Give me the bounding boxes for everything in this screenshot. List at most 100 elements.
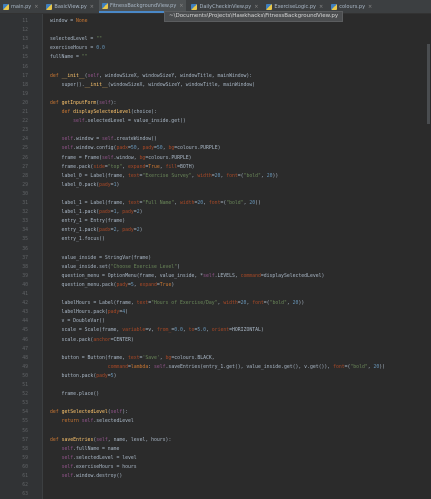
close-tab-icon[interactable]: ×: [179, 3, 183, 9]
code-line[interactable]: 13 selectedLevel = "": [0, 35, 431, 44]
code-line[interactable]: 36: [0, 245, 431, 254]
code-text: self.window.config(padx=50, pady=50, bg=…: [61, 146, 221, 152]
code-line[interactable]: 19: [0, 90, 431, 99]
python-file-icon: [191, 3, 198, 10]
line-number: 57: [22, 437, 28, 443]
code-line[interactable]: 60 self.exerciseHours = hours: [0, 463, 431, 472]
code-line[interactable]: 59 self.selectedLevel = level: [0, 454, 431, 463]
code-text: frame.place(): [50, 392, 100, 398]
line-number: 35: [22, 237, 28, 243]
code-line[interactable]: 25 self.window.config(padx=50, pady=50, …: [0, 144, 431, 153]
code-line[interactable]: 57 def saveEntries(self, name, level, hou…: [0, 436, 431, 445]
code-line[interactable]: 43 labelHours.pack(pady=4): [0, 308, 431, 317]
line-number: 40: [22, 282, 28, 288]
code-line[interactable]: 26 frame = Frame(self.window, bg=colours…: [0, 154, 431, 163]
line-number: 15: [22, 55, 28, 61]
code-line[interactable]: 22 self.selectedLevel = value_inside.get…: [0, 117, 431, 126]
line-number: 39: [22, 273, 28, 279]
code-line[interactable]: 17 def __init__(self, windowSizeX, window…: [0, 72, 431, 81]
line-number: 36: [22, 246, 28, 252]
line-number: 59: [22, 455, 28, 461]
code-line[interactable]: 56: [0, 427, 431, 436]
code-line[interactable]: 27 frame.pack(side="top", expand=True, f…: [0, 163, 431, 172]
line-number: 38: [22, 264, 28, 270]
tab-main-py[interactable]: main.py ×: [0, 0, 41, 13]
code-line[interactable]: 53: [0, 399, 431, 408]
code-line[interactable]: 44 v = DoubleVar(): [0, 317, 431, 326]
code-text: button = Button(frame, text='Save', bg=c…: [50, 355, 215, 361]
code-line[interactable]: 18 super().__init__(windowSizeX, windowS…: [0, 81, 431, 90]
code-line[interactable]: 21 def displaySelectedLevel(choice):: [0, 108, 431, 117]
close-tab-icon[interactable]: ×: [368, 4, 372, 10]
line-number: 14: [22, 46, 28, 52]
close-tab-icon[interactable]: ×: [34, 4, 38, 10]
code-line[interactable]: 40 question_menu.pack(pady=5, expand=Tru…: [0, 281, 431, 290]
code-text: question_menu = OptionMenu(frame, value_…: [50, 273, 325, 279]
code-line[interactable]: 50 button.pack(pady=5): [0, 372, 431, 381]
vertical-scrollbar[interactable]: [426, 14, 431, 499]
close-tab-icon[interactable]: ×: [319, 4, 323, 10]
code-line[interactable]: 41: [0, 290, 431, 299]
code-text: scale.pack(anchor=CENTER): [50, 337, 134, 343]
code-editor[interactable]: 11 window = None 12 13 selectedLevel = "" 14 e…: [0, 14, 431, 499]
code-line[interactable]: 46 scale.pack(anchor=CENTER): [0, 336, 431, 345]
code-line[interactable]: 12: [0, 26, 431, 35]
code-line[interactable]: 58 self.fullName = name: [0, 445, 431, 454]
code-text: def getSelectedLevel(self):: [50, 410, 129, 416]
code-line[interactable]: 16: [0, 63, 431, 72]
code-text: def saveEntries(self, name, level, hours…: [50, 437, 172, 443]
code-text: labelHours.pack(pady=4): [50, 310, 128, 316]
code-text: fullName = "": [50, 55, 88, 61]
code-line[interactable]: 54 def getSelectedLevel(self):: [0, 408, 431, 417]
tab-basicview-py[interactable]: BasicView.py ×: [43, 0, 97, 13]
scrollbar-thumb[interactable]: [427, 44, 430, 124]
code-line[interactable]: 63: [0, 490, 431, 499]
code-line[interactable]: 48 button = Button(frame, text='Save', b…: [0, 354, 431, 363]
tab-label: FitnessBackgroundView.py: [110, 2, 177, 9]
line-number: 33: [22, 219, 28, 225]
line-number: 42: [22, 301, 28, 307]
code-line[interactable]: 62: [0, 481, 431, 490]
code-line[interactable]: 39 question_menu = OptionMenu(frame, val…: [0, 272, 431, 281]
code-line[interactable]: 28 label_0 = Label(frame, text="Exercise…: [0, 172, 431, 181]
line-number: 12: [22, 28, 28, 34]
code-line[interactable]: 42 labelHours = Label(frame, text="Hours…: [0, 299, 431, 308]
line-number: 50: [22, 373, 28, 379]
code-line[interactable]: 23: [0, 126, 431, 135]
code-line[interactable]: 15 fullName = "": [0, 53, 431, 62]
code-line[interactable]: 24 self.window = self.createWindow(): [0, 135, 431, 144]
code-text: scale = Scale(frame, variable=v, from_=0…: [50, 328, 264, 334]
code-text: self.selectedLevel = level: [61, 455, 137, 461]
code-line[interactable]: 37 value_inside = StringVar(frame): [0, 254, 431, 263]
code-text: button.pack(pady=5): [50, 373, 117, 379]
code-line[interactable]: 31 label_1 = Label(frame, text="Full Nam…: [0, 199, 431, 208]
tab-label: DailyCheckinView.py: [199, 3, 252, 10]
code-line[interactable]: 38 value_inside.set("Choose Exercise Lev…: [0, 263, 431, 272]
line-number: 18: [22, 82, 28, 88]
code-line[interactable]: 52 frame.place(): [0, 390, 431, 399]
code-line[interactable]: 35 entry_1.focus(): [0, 235, 431, 244]
code-line[interactable]: 61 self.window.destroy(): [0, 472, 431, 481]
code-line[interactable]: 55 return self.selectedLevel: [0, 417, 431, 426]
code-line[interactable]: 14 exerciseHours = 0.0: [0, 44, 431, 53]
code-line[interactable]: 47: [0, 345, 431, 354]
code-text: window = None: [50, 19, 88, 24]
close-tab-icon[interactable]: ×: [90, 4, 94, 10]
code-line[interactable]: 30: [0, 190, 431, 199]
code-line[interactable]: 45 scale = Scale(frame, variable=v, from…: [0, 326, 431, 335]
code-line[interactable]: 33 entry_1 = Entry(frame): [0, 217, 431, 226]
line-number: 55: [22, 419, 28, 425]
line-number: 60: [22, 464, 28, 470]
code-line[interactable]: 32 label_1.pack(padx=1, pady=2): [0, 208, 431, 217]
line-number: 31: [22, 201, 28, 206]
code-line[interactable]: 29 label_0.pack(pady=1): [0, 181, 431, 190]
close-tab-icon[interactable]: ×: [254, 4, 258, 10]
code-line[interactable]: 20 def getInputForm(self):: [0, 99, 431, 108]
code-text: label_1.pack(padx=1, pady=2): [50, 210, 143, 216]
code-line[interactable]: 51: [0, 381, 431, 390]
code-line[interactable]: 49 command=lambda: self.saveEntries(entr…: [0, 363, 431, 372]
line-number: 29: [22, 182, 28, 188]
code-line[interactable]: 34 entry_1.pack(padx=2, pady=2): [0, 226, 431, 235]
python-file-icon: [266, 3, 273, 10]
code-text: super().__init__(windowSizeX, windowSize…: [50, 82, 256, 88]
